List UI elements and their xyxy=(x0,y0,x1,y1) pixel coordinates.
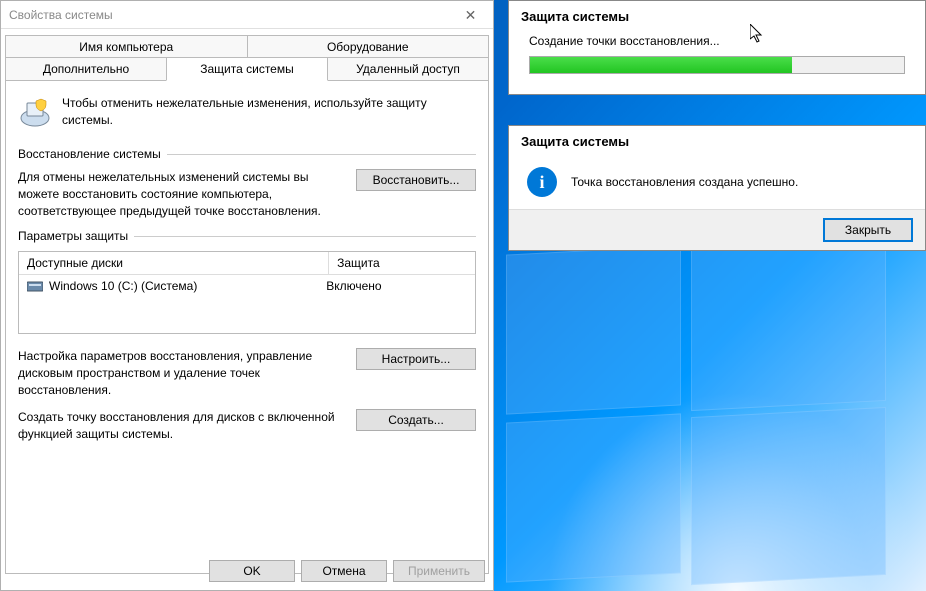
col-drives: Доступные диски xyxy=(19,252,329,274)
window-title: Свойства системы xyxy=(9,8,113,22)
configure-description: Настройка параметров восстановления, упр… xyxy=(18,348,344,398)
windows-logo-bg xyxy=(506,250,886,590)
apply-button: Применить xyxy=(393,560,485,582)
configure-button[interactable]: Настроить... xyxy=(356,348,476,370)
tab-advanced[interactable]: Дополнительно xyxy=(5,57,167,81)
tab-remote[interactable]: Удаленный доступ xyxy=(327,57,489,81)
group-params-label: Параметры защиты xyxy=(18,229,134,243)
progress-fill xyxy=(530,57,792,73)
success-message: Точка восстановления создана успешно. xyxy=(571,175,798,189)
table-row[interactable]: Windows 10 (C:) (Система) Включено xyxy=(19,275,475,297)
progress-bar xyxy=(529,56,905,74)
progress-label: Создание точки восстановления... xyxy=(529,34,905,48)
success-dialog: Защита системы i Точка восстановления со… xyxy=(508,125,926,251)
tab-hardware[interactable]: Оборудование xyxy=(247,35,490,58)
ok-button[interactable]: OK xyxy=(209,560,295,582)
create-button[interactable]: Создать... xyxy=(356,409,476,431)
close-button[interactable]: Закрыть xyxy=(823,218,913,242)
hdd-icon xyxy=(27,280,43,292)
info-icon: i xyxy=(527,167,557,197)
tab-system-protection[interactable]: Защита системы xyxy=(166,57,328,81)
col-protection: Защита xyxy=(329,252,475,274)
progress-title: Защита системы xyxy=(509,1,925,28)
titlebar[interactable]: Свойства системы ✕ xyxy=(1,1,493,29)
system-properties-window: Свойства системы ✕ Имя компьютера Оборуд… xyxy=(0,0,494,591)
shield-icon xyxy=(18,95,52,129)
drives-table[interactable]: Доступные диски Защита Windows 10 (C:) (… xyxy=(18,251,476,334)
intro-text: Чтобы отменить нежелательные изменения, … xyxy=(62,95,476,129)
cancel-button[interactable]: Отмена xyxy=(301,560,387,582)
tab-computer-name[interactable]: Имя компьютера xyxy=(5,35,248,58)
drive-status: Включено xyxy=(326,279,467,293)
close-button[interactable]: ✕ xyxy=(448,1,493,29)
create-description: Создать точку восстановления для дисков … xyxy=(18,409,344,443)
restore-button[interactable]: Восстановить... xyxy=(356,169,476,191)
tab-panel-protection: Чтобы отменить нежелательные изменения, … xyxy=(5,81,489,574)
group-restore-label: Восстановление системы xyxy=(18,147,167,161)
table-header: Доступные диски Защита xyxy=(19,252,475,275)
drive-name: Windows 10 (C:) (Система) xyxy=(49,279,197,293)
success-title: Защита системы xyxy=(509,126,925,153)
progress-dialog: Защита системы Создание точки восстановл… xyxy=(508,0,926,95)
restore-description: Для отмены нежелательных изменений систе… xyxy=(18,169,344,219)
